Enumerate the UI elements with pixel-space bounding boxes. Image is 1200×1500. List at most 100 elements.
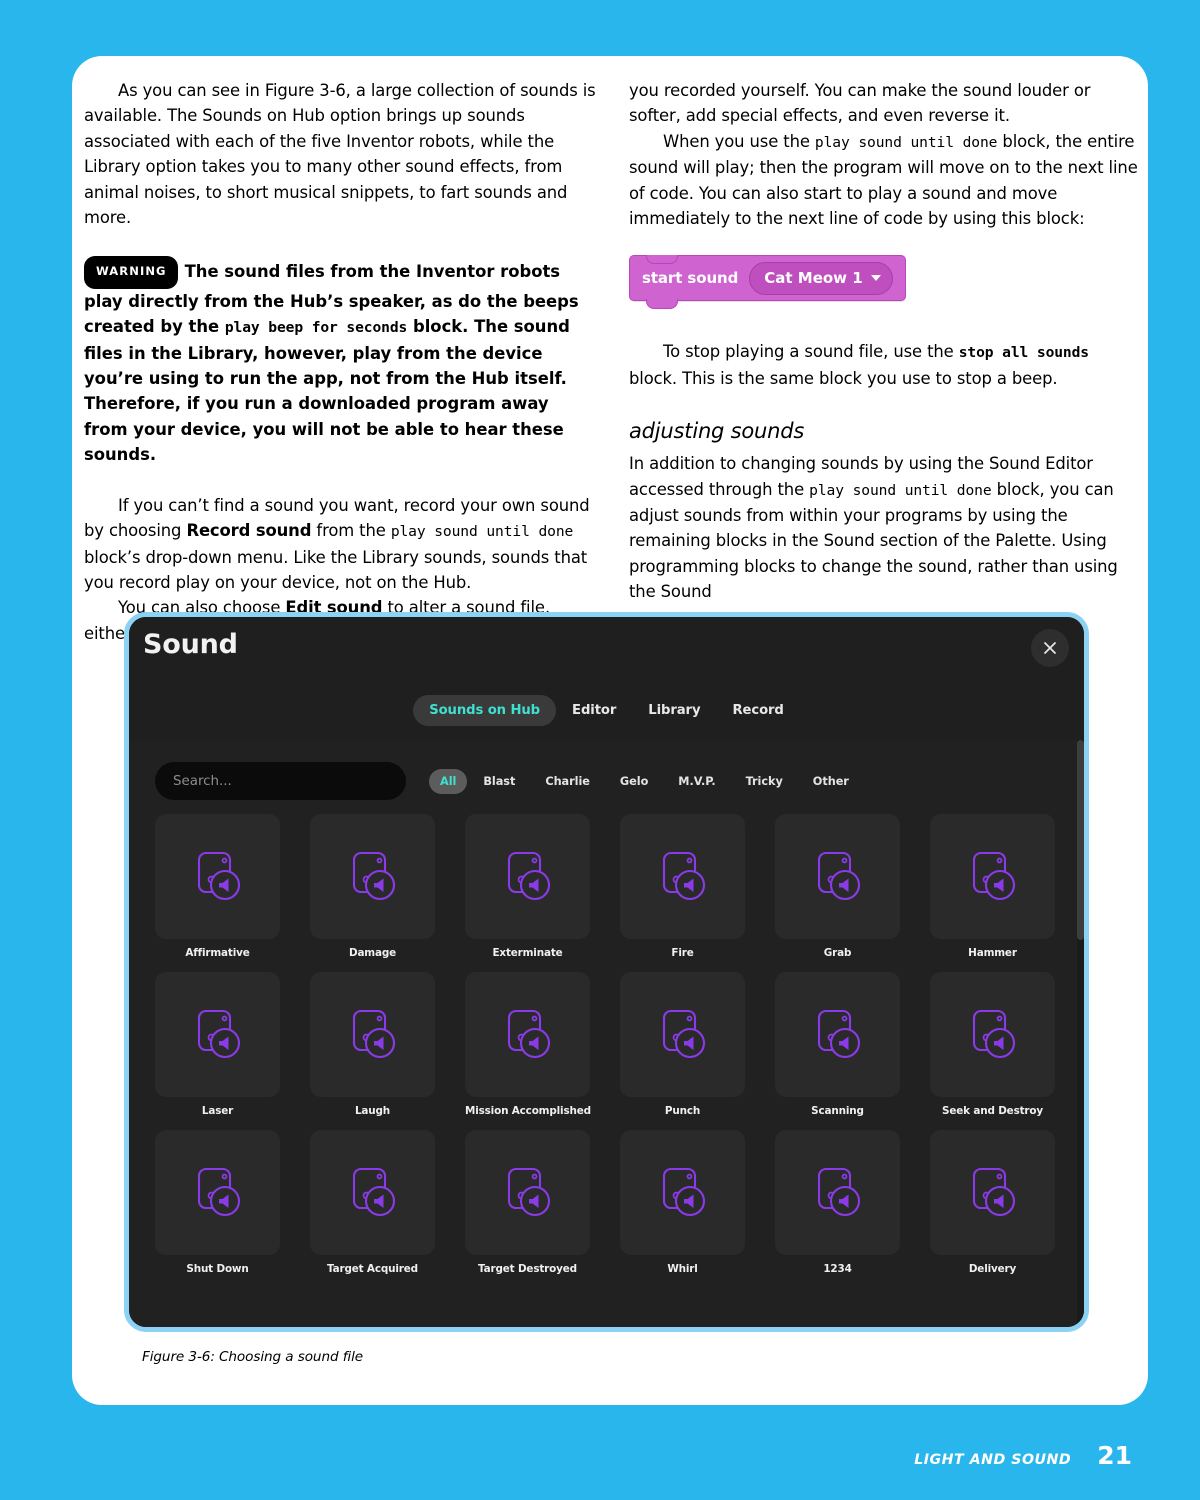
right-column: you recorded yourself. You can make the … bbox=[629, 78, 1142, 646]
paragraph-record-sound: If you can’t find a sound you want, reco… bbox=[84, 493, 597, 596]
filter-chips: All Blast Charlie Gelo M.V.P. Tricky Oth… bbox=[429, 768, 863, 794]
sound-tile-label: Laugh bbox=[354, 1105, 391, 1117]
dialog-tabs: Sounds on Hub Editor Library Record bbox=[129, 695, 1084, 726]
sound-tile[interactable]: Mission Accomplished bbox=[465, 972, 591, 1117]
filter-chip-charlie[interactable]: Charlie bbox=[531, 769, 604, 794]
sound-file-icon bbox=[817, 1009, 860, 1058]
search-and-filter-row: Search... All Blast Charlie Gelo M.V.P. … bbox=[129, 740, 1084, 800]
sound-tile-thumbnail[interactable] bbox=[930, 1130, 1055, 1255]
search-placeholder: Search... bbox=[173, 773, 232, 789]
close-icon bbox=[1044, 642, 1056, 654]
sound-tile[interactable]: Damage bbox=[310, 814, 435, 959]
sound-tile[interactable]: 1234 bbox=[775, 1130, 900, 1275]
warning-badge: WARNING bbox=[84, 256, 178, 289]
section-heading-adjusting-sounds: adjusting sounds bbox=[629, 419, 805, 444]
sound-tile[interactable]: Seek and Destroy bbox=[930, 972, 1055, 1117]
paragraph-intro: As you can see in Figure 3-6, a large co… bbox=[84, 81, 596, 228]
filter-chip-blast[interactable]: Blast bbox=[469, 769, 529, 794]
sound-tile-thumbnail[interactable] bbox=[310, 1130, 435, 1255]
sound-tile[interactable]: Exterminate bbox=[465, 814, 590, 959]
sound-tile-thumbnail[interactable] bbox=[930, 814, 1055, 939]
sound-tile[interactable]: Punch bbox=[620, 972, 745, 1117]
figure-3-6: Sound Sounds on Hub Editor Library Recor… bbox=[124, 612, 1089, 1365]
sound-tile[interactable]: Whirl bbox=[620, 1130, 745, 1275]
sound-tile[interactable]: Shut Down bbox=[155, 1130, 280, 1275]
sound-tile-thumbnail[interactable] bbox=[155, 1130, 280, 1255]
sound-tile-thumbnail[interactable] bbox=[775, 814, 900, 939]
sound-tile-thumbnail[interactable] bbox=[310, 814, 435, 939]
sound-tile-label: Hammer bbox=[968, 947, 1017, 959]
sound-tile-thumbnail[interactable] bbox=[775, 972, 900, 1097]
sound-tile-thumbnail[interactable] bbox=[155, 972, 280, 1097]
warning-note: WARNING The sound files from the Inventor… bbox=[84, 256, 597, 467]
page-sheet: As you can see in Figure 3-6, a large co… bbox=[72, 56, 1148, 1405]
sound-tile-thumbnail[interactable] bbox=[465, 814, 590, 939]
sound-tile-label: Grab bbox=[823, 947, 852, 959]
sound-tile-thumbnail[interactable] bbox=[620, 1130, 745, 1255]
paragraph-stop-all-sounds: To stop playing a sound file, use the st… bbox=[629, 339, 1142, 391]
start-sound-block[interactable]: start sound Cat Meow 1 bbox=[629, 254, 906, 310]
sound-tile-label: 1234 bbox=[823, 1263, 852, 1275]
sound-tile[interactable]: Fire bbox=[620, 814, 745, 959]
sound-tile[interactable]: Affirmative bbox=[155, 814, 280, 959]
scratch-block-figure: start sound Cat Meow 1 bbox=[629, 254, 1142, 317]
sound-tile-thumbnail[interactable] bbox=[620, 972, 745, 1097]
filter-chip-other[interactable]: Other bbox=[799, 769, 863, 794]
sound-dropdown[interactable]: Cat Meow 1 bbox=[749, 261, 893, 295]
paragraph-recorded: you recorded yourself. You can make the … bbox=[629, 81, 1091, 126]
figure-caption: Figure 3-6: Choosing a sound file bbox=[142, 1349, 364, 1365]
sound-file-icon bbox=[352, 1009, 395, 1058]
close-dialog-button[interactable] bbox=[1031, 629, 1069, 667]
scrollbar-thumb[interactable] bbox=[1077, 740, 1084, 940]
chevron-down-icon bbox=[870, 275, 881, 282]
p2-bold-1: Record sound bbox=[186, 521, 312, 541]
dialog-header: Sound Sounds on Hub Editor Library Recor… bbox=[129, 617, 1084, 740]
sound-tile-label: Damage bbox=[348, 947, 397, 959]
sound-tile-label: Seek and Destroy bbox=[941, 1105, 1044, 1117]
sound-tile[interactable]: Laser bbox=[155, 972, 280, 1117]
sound-tile-thumbnail[interactable] bbox=[775, 1130, 900, 1255]
tab-record[interactable]: Record bbox=[716, 695, 799, 726]
sound-tile-thumbnail[interactable] bbox=[465, 972, 590, 1097]
sound-dropdown-value: Cat Meow 1 bbox=[764, 269, 863, 288]
sound-tile-label: Affirmative bbox=[185, 947, 250, 959]
filter-chip-gelo[interactable]: Gelo bbox=[606, 769, 662, 794]
tab-library[interactable]: Library bbox=[632, 695, 716, 726]
r2-text-1: When you use the bbox=[663, 131, 815, 151]
r3-text-1: To stop playing a sound file, use the bbox=[663, 342, 959, 362]
sound-tile[interactable]: Delivery bbox=[930, 1130, 1055, 1275]
filter-chip-mvp[interactable]: M.V.P. bbox=[664, 769, 729, 794]
filter-chip-tricky[interactable]: Tricky bbox=[732, 769, 797, 794]
sound-tile[interactable]: Laugh bbox=[310, 972, 435, 1117]
sound-tile[interactable]: Scanning bbox=[775, 972, 900, 1117]
sound-tile-thumbnail[interactable] bbox=[465, 1130, 590, 1255]
filter-chip-all[interactable]: All bbox=[429, 768, 468, 794]
warning-code-1: play beep for seconds bbox=[224, 319, 408, 337]
sound-tile-thumbnail[interactable] bbox=[620, 814, 745, 939]
sound-tile-thumbnail[interactable] bbox=[155, 814, 280, 939]
sound-file-icon bbox=[662, 1167, 705, 1216]
tab-editor[interactable]: Editor bbox=[556, 695, 632, 726]
r3-code-1: stop all sounds bbox=[958, 344, 1089, 362]
sound-tile[interactable]: Target Destroyed bbox=[465, 1130, 590, 1275]
paragraph-play-until-done: When you use the play sound until done b… bbox=[629, 129, 1142, 232]
sound-file-icon bbox=[817, 1167, 860, 1216]
sound-file-icon bbox=[197, 1009, 240, 1058]
paragraph-adjusting: In addition to changing sounds by using … bbox=[629, 451, 1142, 604]
warning-text-2: block. The sound files in the Library, h… bbox=[84, 317, 570, 465]
search-input[interactable]: Search... bbox=[155, 762, 406, 800]
sound-file-icon bbox=[662, 851, 705, 900]
sound-file-icon bbox=[662, 1009, 705, 1058]
sound-file-icon bbox=[972, 1009, 1015, 1058]
sound-tile[interactable]: Target Acquired bbox=[310, 1130, 435, 1275]
vertical-scrollbar[interactable] bbox=[1077, 740, 1084, 1327]
tab-sounds-on-hub[interactable]: Sounds on Hub bbox=[413, 695, 557, 726]
sound-tile[interactable]: Grab bbox=[775, 814, 900, 959]
sound-file-icon bbox=[972, 851, 1015, 900]
sound-tile-thumbnail[interactable] bbox=[310, 972, 435, 1097]
running-head: LIGHT AND SOUND bbox=[914, 1452, 1072, 1468]
sound-tile[interactable]: Hammer bbox=[930, 814, 1055, 959]
sound-tile-thumbnail[interactable] bbox=[930, 972, 1055, 1097]
page-number: 21 bbox=[1097, 1441, 1132, 1470]
dialog-body: Search... All Blast Charlie Gelo M.V.P. … bbox=[129, 740, 1084, 1327]
